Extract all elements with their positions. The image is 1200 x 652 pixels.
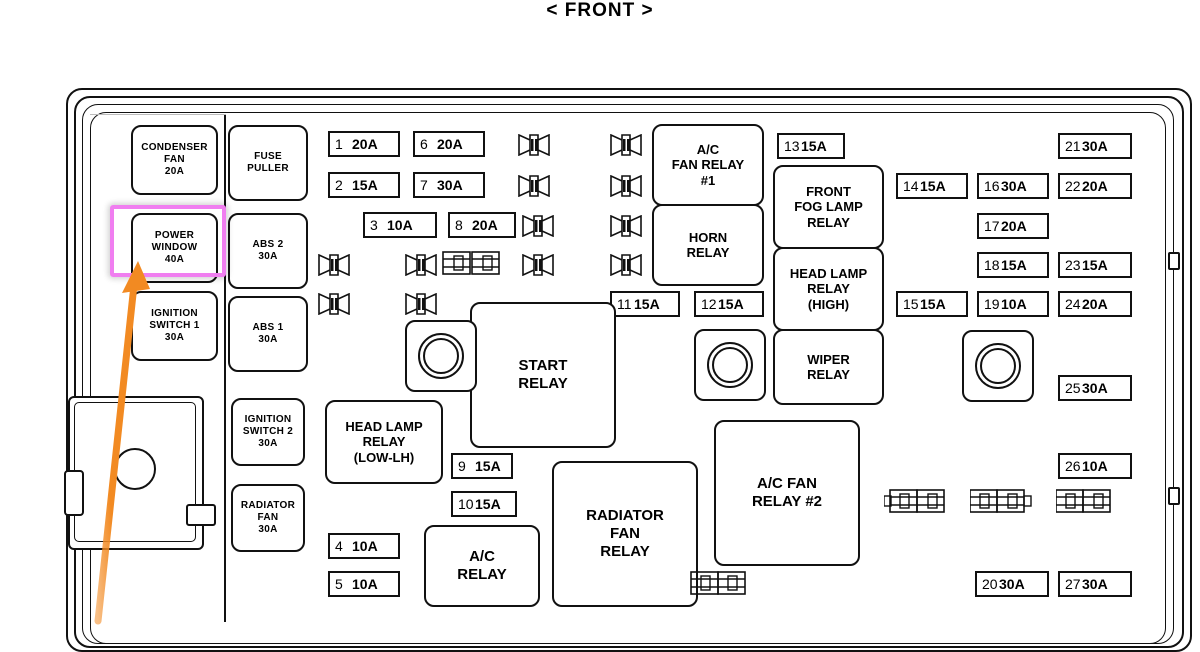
multi-pin-connector-icon (442, 250, 500, 276)
fuse-17[interactable]: 17 20A (977, 213, 1049, 239)
connector-socket-icon (405, 254, 437, 276)
fuse-26[interactable]: 26 10A (1058, 453, 1132, 479)
relay-ac[interactable]: A/C RELAY (424, 525, 540, 607)
relay-head-lamp-high[interactable]: HEAD LAMP RELAY (HIGH) (773, 247, 884, 331)
connector-socket-icon (318, 293, 350, 315)
connector-socket-icon (610, 254, 642, 276)
power-window-highlight-box (110, 205, 226, 277)
housing-lug-top (1168, 252, 1180, 270)
fuse-24[interactable]: 24 20A (1058, 291, 1132, 317)
fuse-13[interactable]: 13 15A (777, 133, 845, 159)
mounting-bracket-hole (114, 448, 156, 490)
fuse-8[interactable]: 8 20A (448, 212, 516, 238)
relay-socket-middle[interactable] (694, 329, 766, 401)
block-radiator-fan[interactable]: RADIATOR FAN 30A (231, 484, 305, 552)
relay-ac-fan-relay-2[interactable]: A/C FAN RELAY #2 (714, 420, 860, 566)
fuse-9[interactable]: 9 15A (451, 453, 513, 479)
multi-pin-connector-icon (969, 488, 1032, 514)
fuse-16[interactable]: 16 30A (977, 173, 1049, 199)
block-fuse-puller[interactable]: FUSE PULLER (228, 125, 308, 201)
relay-ac-fan-relay-1[interactable]: A/C FAN RELAY #1 (652, 124, 764, 206)
fuse-5[interactable]: 5 10A (328, 571, 400, 597)
connector-socket-icon (522, 254, 554, 276)
relay-start[interactable]: START RELAY (470, 302, 616, 448)
relay-socket-left[interactable] (405, 320, 477, 392)
fuse-20[interactable]: 20 30A (975, 571, 1049, 597)
multi-pin-connector-icon (883, 488, 946, 514)
connector-socket-icon (318, 254, 350, 276)
fuse-23[interactable]: 23 15A (1058, 252, 1132, 278)
multi-pin-connector-icon (1055, 488, 1118, 514)
compartment-divider (224, 114, 226, 622)
fuse-3[interactable]: 3 10A (363, 212, 437, 238)
connector-socket-icon (610, 215, 642, 237)
relay-socket-right[interactable] (962, 330, 1034, 402)
block-ignition-switch-1[interactable]: IGNITION SWITCH 1 30A (131, 291, 218, 361)
mounting-bracket-foot (186, 504, 216, 526)
fuse-1[interactable]: 1 20A (328, 131, 400, 157)
fuse-19[interactable]: 19 10A (977, 291, 1049, 317)
block-ignition-switch-2[interactable]: IGNITION SWITCH 2 30A (231, 398, 305, 466)
block-abs-1[interactable]: ABS 1 30A (228, 296, 308, 372)
relay-horn[interactable]: HORN RELAY (652, 204, 764, 286)
connector-socket-icon (610, 175, 642, 197)
connector-socket-icon (610, 134, 642, 156)
housing-lug-bottom (1168, 487, 1180, 505)
connector-socket-icon (405, 293, 437, 315)
fuse-10[interactable]: 10 15A (451, 491, 517, 517)
relay-head-lamp-low-lh[interactable]: HEAD LAMP RELAY (LOW-LH) (325, 400, 443, 484)
multi-pin-connector-icon (690, 570, 748, 596)
relay-front-fog-lamp[interactable]: FRONT FOG LAMP RELAY (773, 165, 884, 249)
fuse-21[interactable]: 21 30A (1058, 133, 1132, 159)
fuse-2[interactable]: 2 15A (328, 172, 400, 198)
fuse-box-diagram: < FRONT > CONDENSER FAN 20A POWER WINDOW… (0, 0, 1200, 652)
block-condenser-fan[interactable]: CONDENSER FAN 20A (131, 125, 218, 195)
fuse-27[interactable]: 27 30A (1058, 571, 1132, 597)
fuse-4[interactable]: 4 10A (328, 533, 400, 559)
page-title: < FRONT > (546, 0, 654, 21)
relay-wiper[interactable]: WIPER RELAY (773, 329, 884, 405)
fuse-25[interactable]: 25 30A (1058, 375, 1132, 401)
fuse-12[interactable]: 12 15A (694, 291, 764, 317)
compartment-divider-top (90, 114, 226, 115)
block-abs-2[interactable]: ABS 2 30A (228, 213, 308, 289)
fuse-22[interactable]: 22 20A (1058, 173, 1132, 199)
fuse-14[interactable]: 14 15A (896, 173, 968, 199)
fuse-6[interactable]: 6 20A (413, 131, 485, 157)
fuse-7[interactable]: 7 30A (413, 172, 485, 198)
relay-radiator-fan[interactable]: RADIATOR FAN RELAY (552, 461, 698, 607)
fuse-15[interactable]: 15 15A (896, 291, 968, 317)
mounting-bracket-notch (64, 470, 84, 516)
connector-socket-icon (518, 134, 550, 156)
connector-socket-icon (522, 215, 554, 237)
fuse-11[interactable]: 11 15A (610, 291, 680, 317)
fuse-18[interactable]: 18 15A (977, 252, 1049, 278)
connector-socket-icon (518, 175, 550, 197)
